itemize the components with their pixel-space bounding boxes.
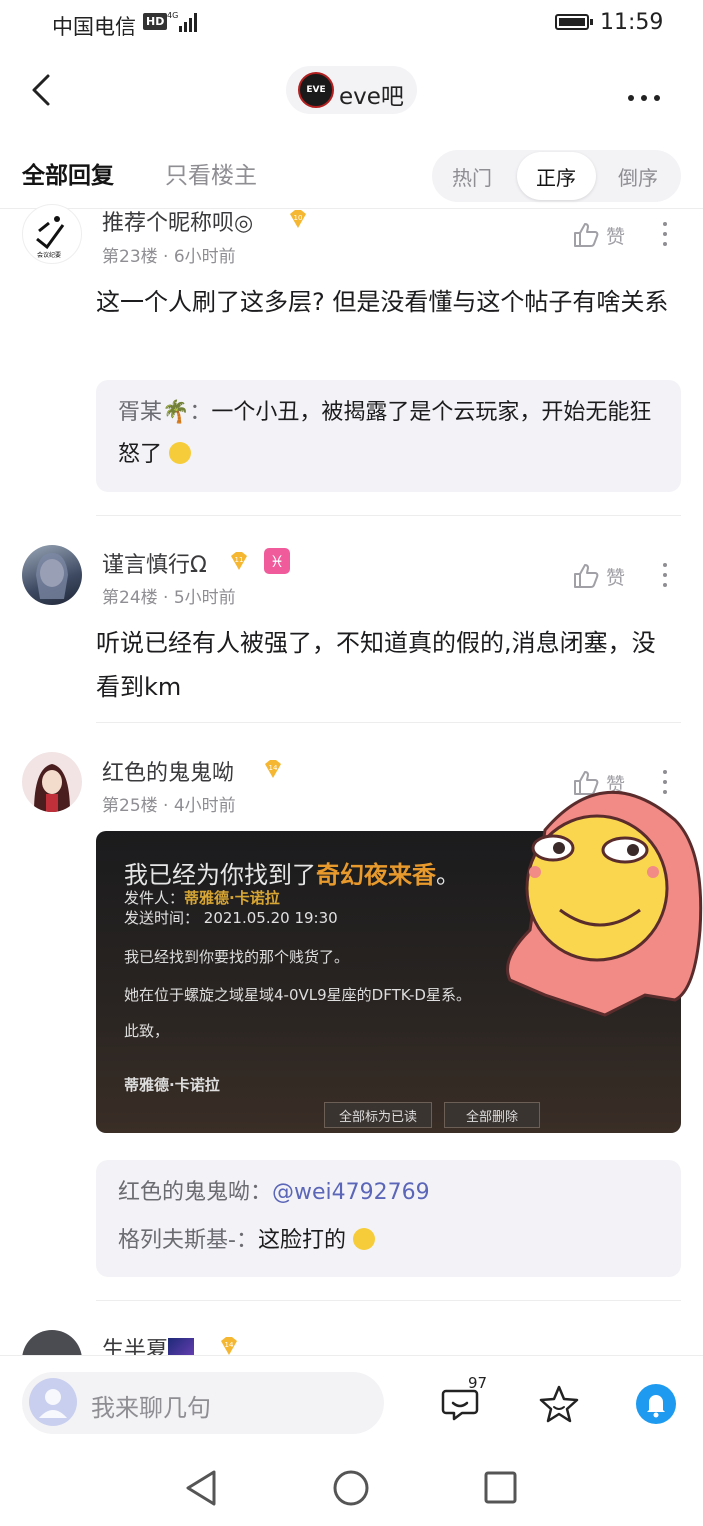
divider [96, 722, 681, 723]
girl-avatar-icon [34, 764, 70, 812]
mail-line: 我已经找到你要找的那个贱货了。 [124, 948, 350, 966]
level-badge-icon: 10 [290, 210, 306, 228]
post-more-icon[interactable] [662, 222, 668, 248]
network-label: 4G [167, 11, 178, 20]
my-avatar [29, 1378, 77, 1426]
reply-author[interactable]: 红色的鬼鬼呦： [118, 1180, 272, 1205]
avatar[interactable] [22, 545, 82, 605]
pisces-badge: ♓ [264, 548, 290, 574]
back-arrow-icon[interactable] [28, 70, 56, 110]
level-badge-icon: 14 [221, 1337, 237, 1355]
mention-link[interactable]: @wei4792769 [272, 1180, 430, 1205]
forum-logo: EVE [298, 72, 334, 108]
mail-line: 她在位于螺旋之域星域4-0VL9星座的DFTK-D星系。 [124, 986, 471, 1004]
meeting-logo-icon: 会议纪要 [36, 216, 65, 259]
level-number: 11 [235, 556, 244, 564]
level-number: 14 [225, 1341, 234, 1349]
post-meta: 第25楼 · 4小时前 [102, 796, 236, 816]
floor: 第23楼 [102, 247, 158, 267]
nav-home-icon[interactable] [333, 1470, 369, 1506]
level-badge-icon: 11 [231, 552, 247, 570]
status-bar: 中国电信 HD 4G 11:59 [0, 0, 703, 50]
smirk-emoji-sticker [506, 790, 703, 1017]
post-meta: 第23楼 · 6小时前 [102, 247, 236, 267]
mail-title: 我已经为你找到了奇幻夜来香。 [124, 861, 460, 889]
more-options-icon[interactable] [628, 86, 668, 101]
system-nav-bar [186, 1470, 517, 1506]
reply: 红色的鬼鬼呦：@wei4792769 [118, 1172, 430, 1214]
notification-bell-icon[interactable] [636, 1384, 676, 1424]
user-avatar-icon [39, 1389, 67, 1418]
mail-sent-time: 发送时间： 2021.05.20 19:30 [124, 909, 338, 927]
nav-back-icon[interactable] [186, 1470, 216, 1506]
mail-signature: 蒂雅德·卡诺拉 [124, 1076, 220, 1094]
signal-icon: 4G [167, 11, 197, 32]
username[interactable]: 谨言慎行Ω [102, 547, 207, 579]
reply: 格列夫斯基-：这脸打的 [118, 1220, 375, 1262]
clock: 11:59 [600, 10, 664, 35]
sort-desc[interactable]: 倒序 [618, 162, 658, 191]
battery-cap [590, 19, 593, 25]
avatar-text: 会议纪要 [37, 251, 61, 259]
post-more-icon[interactable] [662, 563, 668, 589]
floor: 第24楼 [102, 588, 158, 608]
reply-text: 这脸打的 [257, 1228, 346, 1253]
reply-author[interactable]: 胥某🌴 [118, 400, 189, 425]
sort-asc[interactable]: 正序 [536, 162, 576, 191]
sort-hot[interactable]: 热门 [452, 162, 492, 191]
like-label[interactable]: 赞 [606, 222, 625, 249]
anime-avatar-icon [36, 553, 68, 599]
tab-all-replies[interactable]: 全部回复 [22, 156, 114, 190]
mark-all-read-button: 全部标为已读 [324, 1102, 432, 1128]
favorite-star-icon[interactable] [537, 1383, 581, 1425]
reply: 胥某🌴：一个小丑，被揭露了是个云玩家，开始无能狂怒了 [118, 400, 652, 467]
post-time: 6小时前 [173, 247, 236, 267]
divider [96, 1300, 681, 1301]
post-time: 4小时前 [173, 796, 236, 816]
post-content: 这一个人刷了这多层? 但是没看懂与这个帖子有啥关系 [96, 288, 669, 316]
thumbs-up-icon[interactable] [572, 221, 600, 249]
avatar[interactable]: 会议纪要 [22, 204, 82, 264]
level-number: 10 [294, 214, 303, 222]
level-number: 14 [269, 764, 278, 772]
smile-emoji-icon [352, 1228, 375, 1250]
nav-recents-icon[interactable] [484, 1471, 517, 1504]
reply-placeholder[interactable]: 我来聊几句 [91, 1388, 211, 1423]
battery-icon [555, 14, 589, 30]
floor: 第25楼 [102, 796, 158, 816]
forum-name[interactable]: eve吧 [339, 77, 404, 111]
username[interactable]: 红色的鬼鬼呦 [102, 755, 234, 787]
mail-sender: 发件人：蒂雅德·卡诺拉 [124, 889, 280, 907]
tab-op-only[interactable]: 只看楼主 [165, 156, 257, 190]
post-time: 5小时前 [173, 588, 236, 608]
post-content: 听说已经有人被强了，不知道真的假的,消息闭塞，没看到km [96, 629, 656, 701]
avatar[interactable] [22, 752, 82, 812]
like-label[interactable]: 赞 [606, 563, 625, 590]
hd-badge: HD [143, 13, 168, 30]
carrier-name: 中国电信 [52, 15, 136, 39]
mail-line: 此致， [124, 1022, 170, 1040]
username[interactable]: 推荐个昵称呗◎ [102, 205, 253, 237]
bell-glyph-icon [647, 1395, 665, 1418]
divider [96, 515, 681, 516]
post-meta: 第24楼 · 5小时前 [102, 588, 236, 608]
thumbs-up-icon[interactable] [572, 562, 600, 590]
comment-count: 97 [468, 1374, 488, 1392]
level-badge-icon: 14 [265, 760, 281, 778]
reply-author[interactable]: 格列夫斯基-： [118, 1228, 258, 1253]
delete-all-button: 全部删除 [444, 1102, 540, 1128]
smile-emoji-icon [169, 442, 192, 464]
